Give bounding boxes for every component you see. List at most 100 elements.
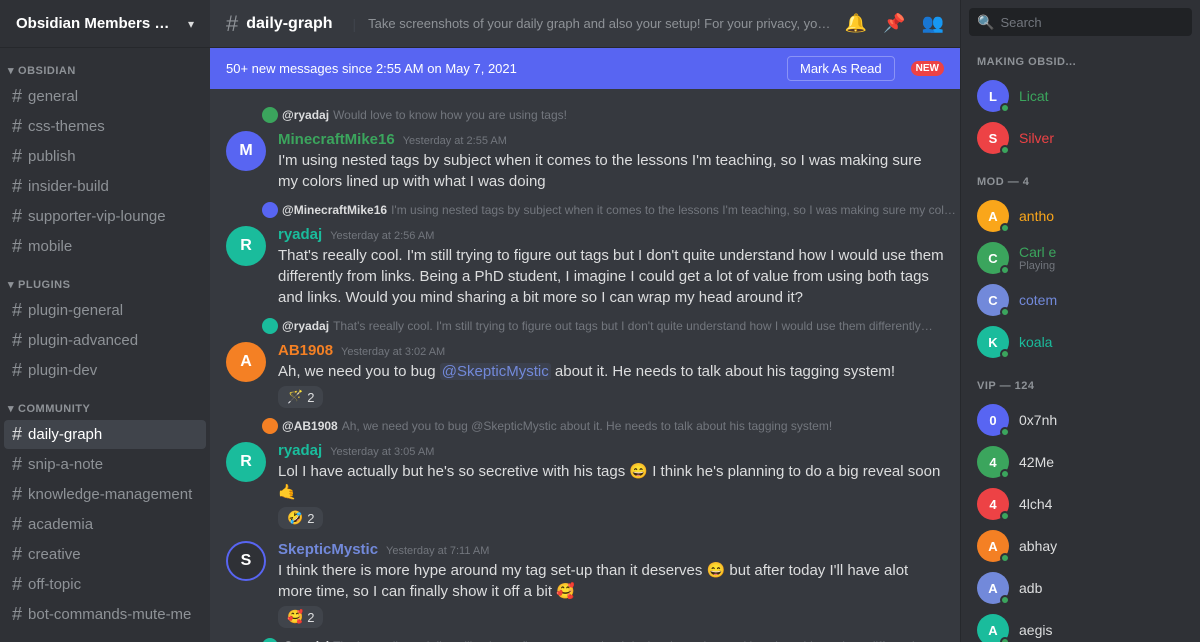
sidebar-item-off-topic[interactable]: #off-topic [4, 570, 206, 599]
vip-section: VIP — 124 0 0x7nh 4 42Me 4 4lch4 A abhay [961, 368, 1200, 642]
sidebar-item-supporter-vip-lounge[interactable]: #supporter-vip-lounge [4, 202, 206, 231]
sidebar-item-academia[interactable]: #academia [4, 510, 206, 539]
reaction-magic[interactable]: 🪄2 [278, 386, 323, 408]
avatar-adb: A [977, 572, 1009, 604]
member-name-carl: Carl e [1019, 244, 1184, 260]
member-name-adb: adb [1019, 580, 1184, 596]
sidebar-section-community: ▾ COMMUNITY #daily-graph #snip-a-note #k… [0, 386, 210, 630]
message-group-4: R ryadaj Yesterday at 3:05 AM Lol I have… [210, 438, 960, 533]
username-skepticmystic[interactable]: SkepticMystic [278, 541, 378, 558]
sidebar-item-css-themes[interactable]: #css-themes [4, 112, 206, 141]
username-ryadaj-2[interactable]: ryadaj [278, 442, 322, 459]
status-dot-silver [1000, 145, 1010, 155]
pin-icon[interactable]: 📌 [883, 13, 905, 34]
reply-preview-2: @MinecraftMike16 I'm using nested tags b… [262, 200, 960, 220]
member-licat[interactable]: L Licat [969, 76, 1192, 116]
server-header[interactable]: Obsidian Members Gr... ▾ [0, 0, 210, 48]
sidebar-item-insider-build[interactable]: #insider-build [4, 172, 206, 201]
member-koala[interactable]: K koala [969, 322, 1192, 362]
avatar-abhay: A [977, 530, 1009, 562]
timestamp-3: Yesterday at 3:02 AM [341, 346, 445, 358]
reaction-emoji: 🥰 [287, 609, 303, 625]
reply-preview-1: @ryadaj Would love to know how you are u… [262, 105, 960, 125]
member-info-cotem: cotem [1019, 292, 1184, 308]
main-content: # daily-graph | Take screenshots of your… [210, 0, 960, 642]
sidebar-item-snip-a-note[interactable]: #snip-a-note [4, 450, 206, 479]
member-name-0x7nh: 0x7nh [1019, 412, 1184, 428]
message-header-4: ryadaj Yesterday at 3:05 AM [278, 442, 944, 459]
sidebar-item-plugin-general[interactable]: #plugin-general [4, 296, 206, 325]
reaction-hugging[interactable]: 🥰2 [278, 606, 323, 628]
members-icon[interactable]: 👥 [922, 13, 944, 34]
member-info-licat: Licat [1019, 88, 1184, 104]
member-antho[interactable]: A antho [969, 196, 1192, 236]
member-42me[interactable]: 4 42Me [969, 442, 1192, 482]
section-label-plugins: ▾ PLUGINS [0, 262, 210, 295]
sidebar-item-bot-commands[interactable]: #bot-commands-mute-me [4, 600, 206, 629]
new-badge: NEW [911, 61, 944, 76]
search-bar: 🔍 [969, 8, 1192, 36]
reactions-5: 🥰2 [278, 602, 944, 628]
sidebar-item-mobile[interactable]: #mobile [4, 232, 206, 261]
reaction-count-2: 2 [307, 511, 314, 526]
reactions-3: 🪄2 [278, 382, 944, 408]
reply-avatar-1 [262, 107, 278, 123]
reply-preview-6: @ryadaj That's reeally cool. I'm still t… [262, 636, 960, 642]
status-dot-antho [1000, 223, 1010, 233]
avatar-carl: C [977, 242, 1009, 274]
message-group-2: R ryadaj Yesterday at 2:56 AM That's ree… [210, 222, 960, 312]
status-dot-adb [1000, 595, 1010, 605]
status-dot-cotem [1000, 307, 1010, 317]
message-text-1: I'm using nested tags by subject when it… [278, 150, 944, 192]
sidebar-item-creative[interactable]: #creative [4, 540, 206, 569]
status-dot-abhay [1000, 553, 1010, 563]
vip-label: VIP — 124 [969, 380, 1192, 392]
mark-as-read-button[interactable]: Mark As Read [787, 56, 895, 81]
reaction-emoji: 🤣 [287, 510, 303, 526]
member-abhay[interactable]: A abhay [969, 526, 1192, 566]
member-cotem[interactable]: C cotem [969, 280, 1192, 320]
sidebar-item-plugin-advanced[interactable]: #plugin-advanced [4, 326, 206, 355]
username-ryadaj[interactable]: ryadaj [278, 226, 322, 243]
username-minecraftmike16[interactable]: MinecraftMike16 [278, 131, 395, 148]
sidebar-item-general[interactable]: #general [4, 82, 206, 111]
avatar-koala: K [977, 326, 1009, 358]
member-carl[interactable]: C Carl e Playing [969, 238, 1192, 278]
avatar-silver: S [977, 122, 1009, 154]
member-info-42me: 42Me [1019, 454, 1184, 470]
member-adb[interactable]: A adb [969, 568, 1192, 608]
member-name-cotem: cotem [1019, 292, 1184, 308]
message-header-5: SkepticMystic Yesterday at 7:11 AM [278, 541, 944, 558]
reply-preview-4: @AB1908 Ah, we need you to bug @SkepticM… [262, 416, 960, 436]
member-silver[interactable]: S Silver [969, 118, 1192, 158]
sidebar-item-knowledge-management[interactable]: #knowledge-management [4, 480, 206, 509]
notification-text: 50+ new messages since 2:55 AM on May 7,… [226, 61, 517, 76]
sidebar-item-daily-graph[interactable]: #daily-graph [4, 420, 206, 449]
sidebar-item-publish[interactable]: #publish [4, 142, 206, 171]
notification-bar: 50+ new messages since 2:55 AM on May 7,… [210, 48, 960, 89]
server-name: Obsidian Members Gr... [16, 15, 176, 32]
search-input[interactable] [1000, 15, 1184, 30]
status-dot-carl [1000, 265, 1010, 275]
reaction-laughing[interactable]: 🤣2 [278, 507, 323, 529]
hash-icon: # [12, 176, 22, 197]
toggle-icon: ▾ [8, 402, 14, 415]
section-label-obsidian: ▾ OBSIDIAN [0, 48, 210, 81]
reply-preview-wrapper-3: @ryadaj That's reeally cool. I'm still t… [210, 316, 960, 336]
username-ab1908[interactable]: AB1908 [278, 342, 333, 359]
notification-actions: Mark As Read NEW [787, 56, 944, 81]
toggle-icon: ▾ [8, 64, 14, 77]
mention-skepticmystic[interactable]: @SkepticMystic [440, 363, 551, 380]
sidebar-item-plugin-dev[interactable]: #plugin-dev [4, 356, 206, 385]
message-header-3: AB1908 Yesterday at 3:02 AM [278, 342, 944, 359]
member-4lch4[interactable]: 4 4lch4 [969, 484, 1192, 524]
hash-icon: # [12, 86, 22, 107]
bell-icon[interactable]: 🔔 [845, 13, 867, 34]
member-aegis[interactable]: A aegis [969, 610, 1192, 642]
hash-icon: # [12, 484, 22, 505]
messages-area[interactable]: @ryadaj Would love to know how you are u… [210, 89, 960, 642]
message-text-4: Lol I have actually but he's so secretiv… [278, 461, 944, 503]
member-0x7nh[interactable]: 0 0x7nh [969, 400, 1192, 440]
timestamp-2: Yesterday at 2:56 AM [330, 230, 434, 242]
member-name-koala: koala [1019, 334, 1184, 350]
